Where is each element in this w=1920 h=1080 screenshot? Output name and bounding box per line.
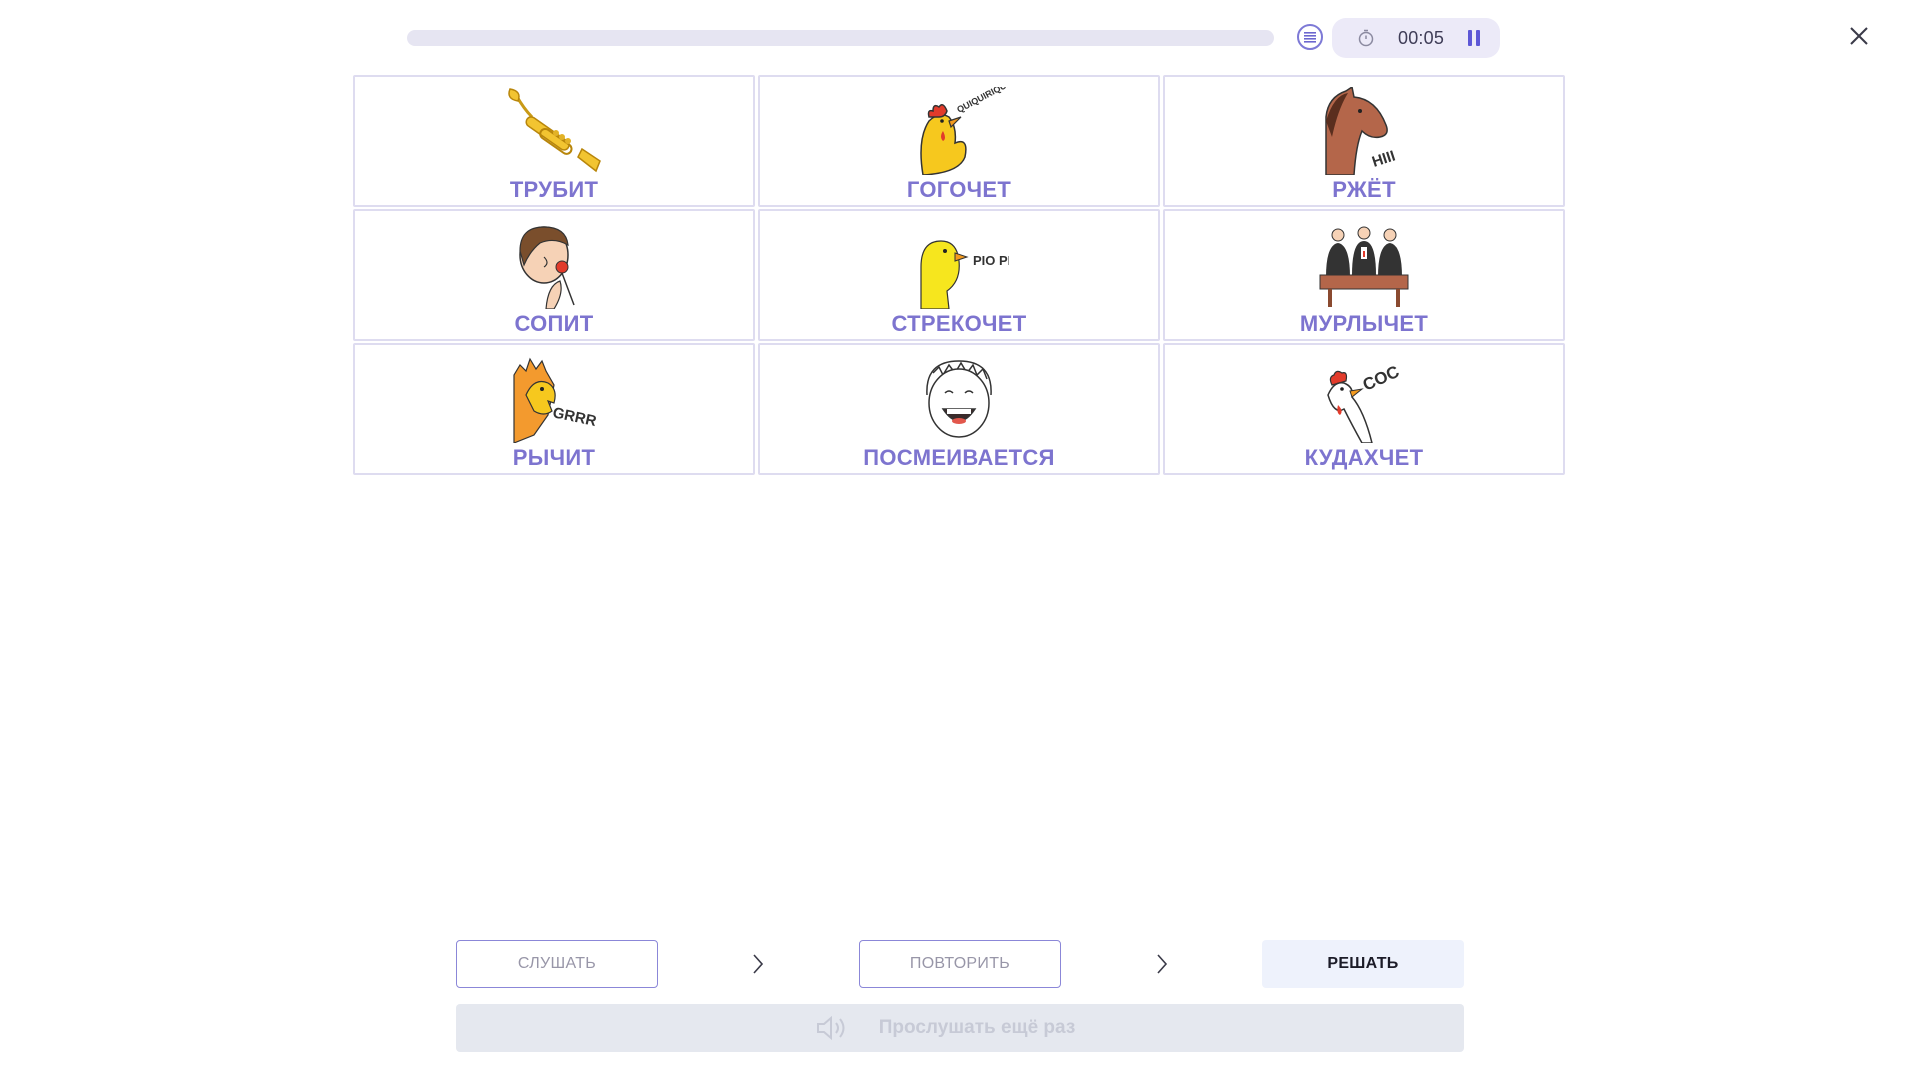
lion-icon: GRRR — [504, 355, 604, 443]
timer-value: 00:05 — [1398, 27, 1445, 48]
card-chick[interactable]: PIO PIO СТРЕКОЧЕТ — [758, 209, 1160, 341]
sound-text: PIO PIO — [973, 253, 1009, 268]
list-button[interactable] — [1297, 24, 1323, 50]
horse-icon: HIII — [1314, 87, 1414, 175]
replay-label: Прослушать ещё раз — [878, 1017, 1076, 1038]
solve-button[interactable]: РЕШАТЬ — [1262, 940, 1464, 988]
listen-button[interactable]: СЛУШАТЬ — [456, 940, 658, 988]
progress-bar — [407, 30, 1274, 46]
answer-grid: ТРУБИТ QUIQUIRIQUI ГОГОЧЕТ HIII РЖЁТ СОП… — [353, 75, 1565, 475]
card-horse[interactable]: HIII РЖЁТ — [1163, 75, 1565, 207]
close-button[interactable] — [1847, 24, 1871, 48]
card-label: ПОСМЕИВАЕТСЯ — [863, 445, 1055, 470]
pause-icon — [1468, 30, 1481, 46]
card-funeral[interactable]: МУРЛЫЧЕТ — [1163, 209, 1565, 341]
card-label: КУДАХЧЕТ — [1304, 445, 1424, 470]
card-label: РЫЧИТ — [512, 445, 596, 470]
speaker-icon — [816, 1015, 845, 1041]
card-label: РЖЁТ — [1332, 177, 1396, 202]
timer: 00:05 — [1332, 18, 1500, 58]
trumpet-icon — [504, 87, 604, 175]
boy-smelling-flower-icon — [504, 221, 604, 309]
sound-text: COC — [1360, 362, 1402, 395]
chevron-right-icon — [753, 954, 764, 974]
card-label: СТРЕКОЧЕТ — [891, 311, 1027, 336]
card-hen[interactable]: COC КУДАХЧЕТ — [1163, 343, 1565, 475]
stopwatch-icon — [1356, 28, 1376, 48]
laughing-boy-icon — [909, 355, 1009, 443]
sound-text: HIII — [1370, 147, 1397, 170]
replay-button[interactable]: Прослушать ещё раз — [456, 1004, 1464, 1052]
card-label: МУРЛЫЧЕТ — [1299, 311, 1429, 336]
list-icon — [1304, 32, 1316, 43]
card-rooster[interactable]: QUIQUIRIQUI ГОГОЧЕТ — [758, 75, 1160, 207]
chick-icon: PIO PIO — [909, 221, 1009, 309]
chevron-right-icon — [1157, 954, 1168, 974]
card-lion[interactable]: GRRR РЫЧИТ — [353, 343, 755, 475]
card-trumpet[interactable]: ТРУБИТ — [353, 75, 755, 207]
card-label: ТРУБИТ — [509, 177, 599, 202]
card-label: СОПИТ — [514, 311, 594, 336]
funeral-icon — [1314, 221, 1414, 309]
card-boy-flower[interactable]: СОПИТ — [353, 209, 755, 341]
hen-icon: COC — [1314, 355, 1414, 443]
card-label: ГОГОЧЕТ — [906, 177, 1012, 202]
close-icon — [1850, 27, 1868, 45]
pause-button[interactable] — [1464, 28, 1484, 48]
card-laughing-boy[interactable]: ПОСМЕИВАЕТСЯ — [758, 343, 1160, 475]
repeat-button[interactable]: ПОВТОРИТЬ — [859, 940, 1061, 988]
sound-text: GRRR — [551, 404, 598, 430]
sound-text: QUIQUIRIQUI — [955, 87, 1009, 115]
rooster-icon: QUIQUIRIQUI — [909, 87, 1009, 175]
